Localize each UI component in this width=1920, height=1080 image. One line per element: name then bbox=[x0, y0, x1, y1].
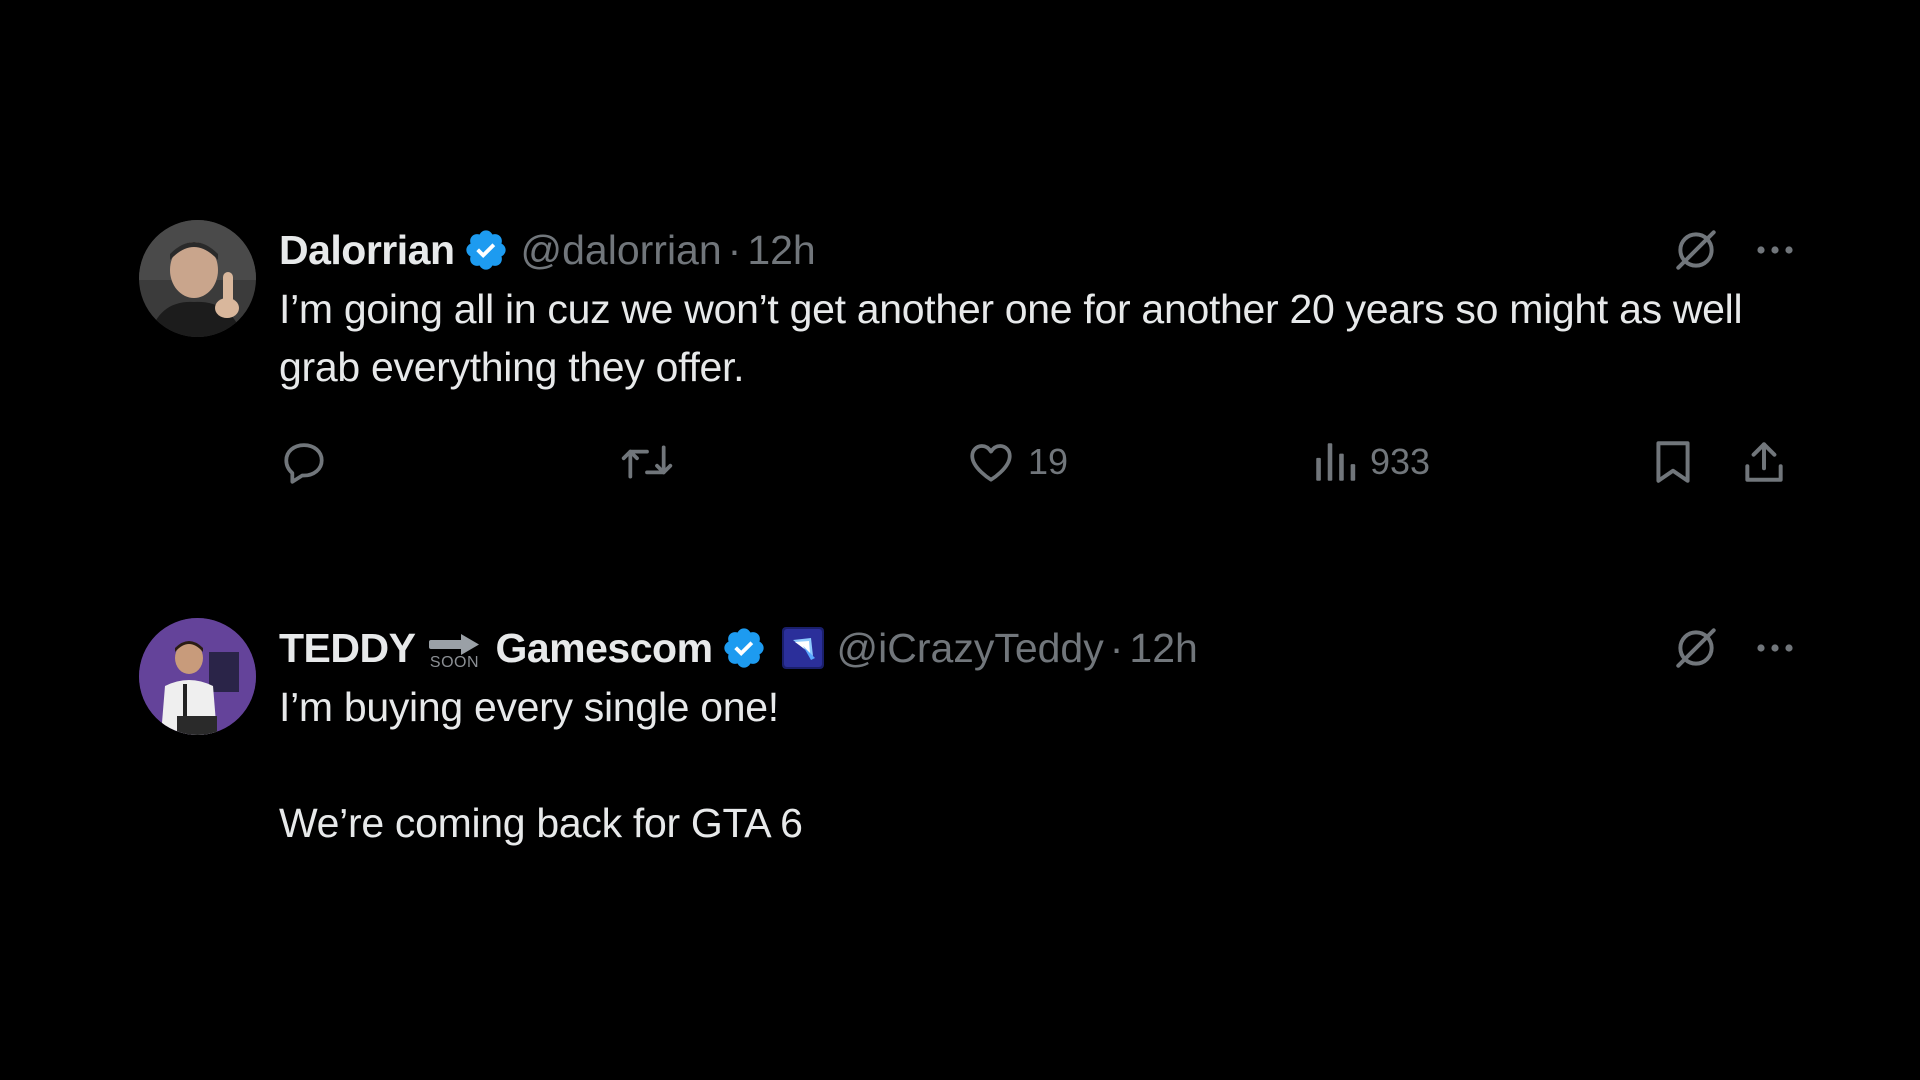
share-button[interactable] bbox=[1739, 432, 1789, 492]
grok-icon[interactable] bbox=[1671, 623, 1721, 673]
more-icon[interactable] bbox=[1751, 226, 1799, 274]
grok-icon[interactable] bbox=[1671, 225, 1721, 275]
timestamp[interactable]: 12h bbox=[747, 227, 815, 274]
reply-button[interactable] bbox=[279, 432, 329, 492]
verified-badge-icon[interactable] bbox=[463, 227, 509, 273]
display-name[interactable]: Dalorrian bbox=[279, 227, 455, 274]
tweet-text: I’m buying every single one! We’re comin… bbox=[279, 684, 803, 846]
like-icon bbox=[966, 437, 1016, 487]
timestamp[interactable]: 12h bbox=[1129, 625, 1197, 672]
share-icon bbox=[1739, 437, 1789, 487]
display-name-suffix[interactable]: Gamescom bbox=[495, 625, 713, 672]
bookmark-icon bbox=[1650, 437, 1696, 487]
like-button[interactable]: 19 bbox=[966, 432, 1068, 492]
retweet-icon bbox=[619, 437, 675, 487]
verified-badge-icon[interactable] bbox=[721, 625, 767, 671]
retweet-button[interactable] bbox=[619, 432, 675, 492]
affiliate-app-icon[interactable] bbox=[781, 626, 825, 670]
reply-icon bbox=[279, 437, 329, 487]
display-name-prefix[interactable]: TEDDY bbox=[279, 625, 416, 672]
separator-dot: · bbox=[727, 226, 742, 273]
tweet-text: I’m going all in cuz we won’t get anothe… bbox=[279, 286, 1754, 390]
view-count: 933 bbox=[1370, 441, 1431, 482]
views-icon bbox=[1312, 437, 1358, 487]
tweet-header: TEDDY SOON Gamescom @iCrazyTeddy · 12h bbox=[279, 618, 1799, 678]
handle[interactable]: @iCrazyTeddy bbox=[837, 625, 1104, 672]
views-button[interactable]: 933 bbox=[1312, 432, 1430, 492]
tweet-header: Dalorrian @dalorrian · 12h bbox=[279, 220, 1799, 280]
separator-dot: · bbox=[1109, 624, 1124, 671]
avatar[interactable] bbox=[139, 220, 256, 337]
bookmark-button[interactable] bbox=[1650, 432, 1696, 492]
tweet-actions: 19 933 bbox=[279, 432, 1799, 492]
more-icon[interactable] bbox=[1751, 624, 1799, 672]
avatar[interactable] bbox=[139, 618, 256, 735]
handle[interactable]: @dalorrian bbox=[521, 227, 722, 274]
soon-label: SOON bbox=[429, 654, 480, 671]
arrow-right-icon: SOON bbox=[427, 632, 481, 672]
like-count: 19 bbox=[1028, 441, 1069, 482]
